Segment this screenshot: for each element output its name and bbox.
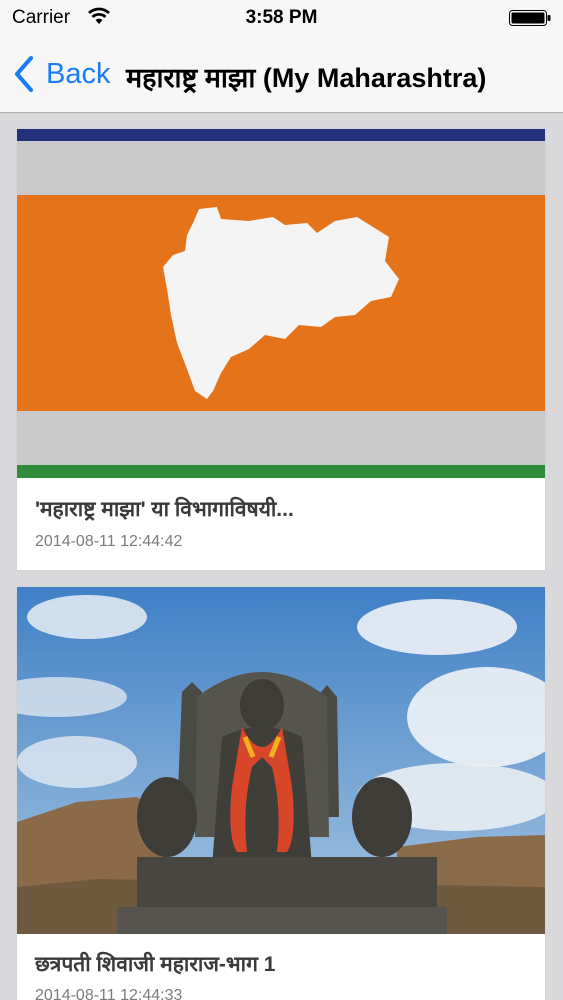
maharashtra-map-icon: [163, 207, 399, 399]
navigation-bar: Back महाराष्ट्र माझा (My Maharashtra): [0, 36, 563, 113]
status-bar: Carrier 3:58 PM: [0, 0, 563, 36]
article-card[interactable]: छत्रपती शिवाजी महाराज-भाग 1 2014-08-11 1…: [17, 587, 545, 1000]
maharashtra-flag-image: [17, 129, 545, 478]
article-date: 2014-08-11 12:44:42: [35, 533, 183, 550]
article-card[interactable]: 'महाराष्ट्र माझा' या विभागाविषयी... 2014…: [17, 129, 545, 570]
back-button-label: Back: [46, 57, 111, 90]
statue-photo: [17, 587, 545, 934]
article-date: 2014-08-11 12:44:33: [35, 987, 183, 1000]
article-feed[interactable]: 'महाराष्ट्र माझा' या विभागाविषयी... 2014…: [0, 113, 563, 1000]
page-title: महाराष्ट्र माझा (My Maharashtra): [126, 63, 487, 93]
article-title[interactable]: छत्रपती शिवाजी महाराज-भाग 1: [35, 950, 275, 978]
battery-icon: [509, 10, 551, 26]
shivaji-statue-image: [17, 587, 545, 934]
chevron-left-icon: [15, 56, 33, 92]
clock: 3:58 PM: [245, 7, 318, 28]
back-button[interactable]: Back: [12, 54, 110, 94]
article-title[interactable]: 'महाराष्ट्र माझा' या विभागाविषयी...: [35, 495, 294, 523]
